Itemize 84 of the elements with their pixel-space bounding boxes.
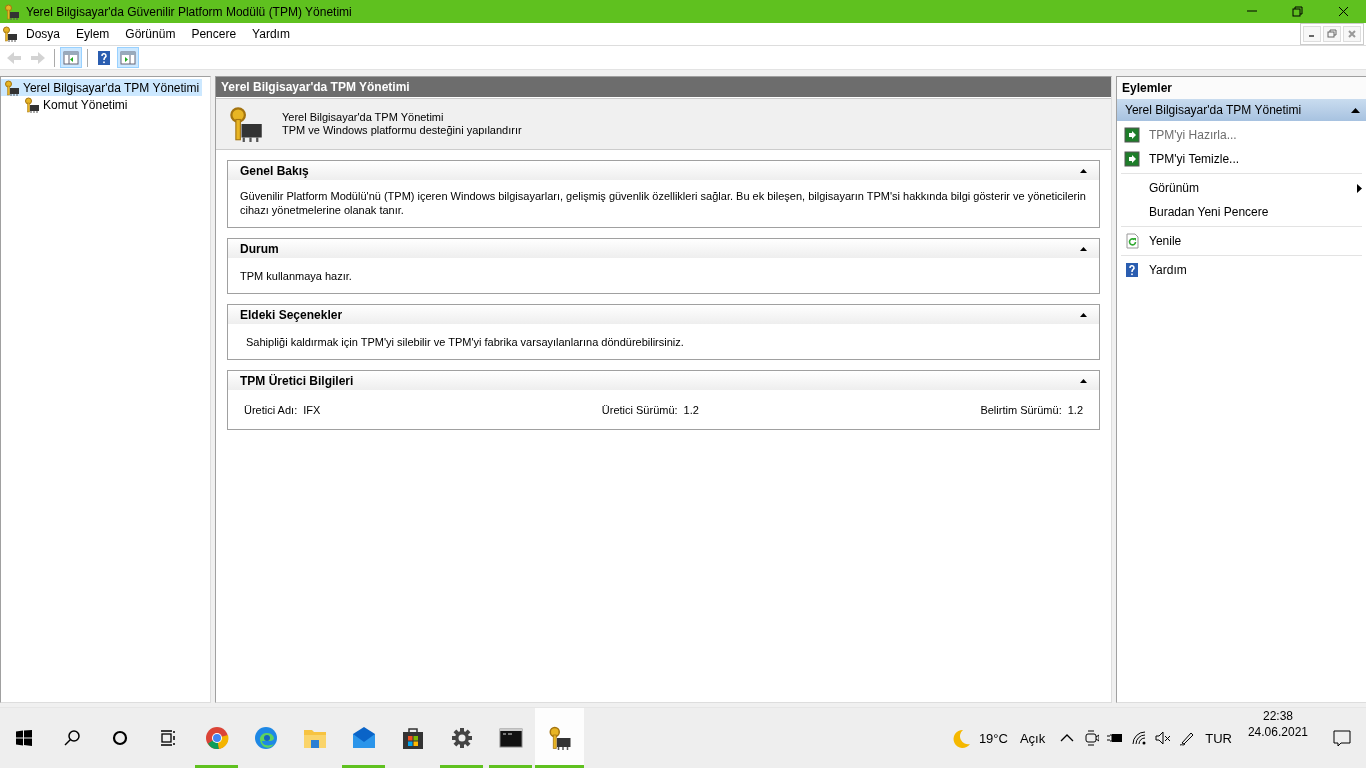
panel-left-icon bbox=[63, 49, 79, 66]
action-item[interactable]: Yardım bbox=[1121, 258, 1362, 282]
close-icon bbox=[1347, 29, 1357, 39]
panel-right-icon bbox=[120, 49, 136, 66]
app-icon bbox=[2, 26, 18, 42]
field-label: Belirtim Sürümü: bbox=[980, 404, 1062, 416]
key-box-icon bbox=[24, 96, 40, 113]
terminal-icon bbox=[498, 726, 523, 750]
task-view-icon bbox=[160, 730, 176, 746]
restore-button[interactable] bbox=[1323, 26, 1341, 42]
menu-item[interactable]: Eylem bbox=[68, 27, 118, 41]
clock-time[interactable]: 22:38 bbox=[1262, 708, 1293, 724]
envelope-icon bbox=[351, 726, 376, 750]
action-item[interactable]: Yenile bbox=[1121, 229, 1362, 253]
field-label: Üretici Adı: bbox=[244, 404, 298, 416]
close-icon bbox=[1337, 6, 1349, 17]
search-icon bbox=[64, 730, 80, 746]
edge-icon bbox=[253, 726, 278, 750]
forward-arrow-icon bbox=[30, 49, 46, 66]
submenu-arrow-icon bbox=[1357, 183, 1362, 193]
collapse-caret-icon[interactable] bbox=[1080, 312, 1087, 317]
section-title: Eldeki Seçenekler bbox=[240, 307, 343, 322]
menu-item[interactable]: Pencere bbox=[183, 27, 245, 41]
collapse-caret-icon[interactable] bbox=[1351, 107, 1360, 113]
section-title: Genel Bakış bbox=[240, 163, 309, 178]
weather-condition[interactable]: Açık bbox=[1019, 730, 1046, 746]
intro-subtitle: TPM ve Windows platformu desteğini yapılandırır bbox=[282, 124, 522, 137]
menu-item[interactable]: Görünüm bbox=[117, 27, 184, 41]
actions-group-header[interactable]: Yerel Bilgisayar'da TPM Yönetimi bbox=[1117, 99, 1366, 121]
camera-icon[interactable] bbox=[1083, 730, 1100, 746]
running-indicator bbox=[535, 765, 584, 768]
help-icon bbox=[96, 49, 112, 66]
running-indicator bbox=[489, 765, 532, 768]
action-item[interactable]: TPM'yi Temizle... bbox=[1121, 147, 1362, 171]
language-indicator[interactable]: TUR bbox=[1199, 708, 1238, 768]
temperature[interactable]: 19°C bbox=[978, 730, 1008, 746]
field-label: Üretici Sürümü: bbox=[601, 404, 678, 416]
section-title: TPM Üretici Bilgileri bbox=[240, 373, 354, 388]
circle-icon bbox=[112, 730, 128, 746]
running-indicator bbox=[440, 765, 483, 768]
section-title: Durum bbox=[240, 241, 279, 256]
key-chip-icon bbox=[4, 79, 20, 96]
speech-bubble-icon bbox=[1333, 729, 1351, 747]
collapse-caret-icon[interactable] bbox=[1080, 168, 1087, 173]
back-arrow-icon bbox=[6, 49, 22, 66]
group-title: Yerel Bilgisayar'da TPM Yönetimi bbox=[1125, 103, 1302, 117]
windows-logo-icon bbox=[16, 730, 32, 746]
section-text: Güvenilir Platform Modülü'nü (TPM) içeren Windows bilgisayarları, gelişmiş güvenlik özellikleri sağlar. Bu ek bileşen, bilgisayarın TPM'si hakkında bilgi gösterir ve yöneticilerin cihazı yönetmelerine olanak tanır. bbox=[239, 189, 1087, 218]
help-icon bbox=[1124, 262, 1140, 278]
gear-icon bbox=[449, 726, 474, 750]
refresh-icon bbox=[1124, 233, 1140, 249]
menu-item[interactable]: Yardım bbox=[244, 27, 298, 41]
collapse-caret-icon[interactable] bbox=[1080, 378, 1087, 383]
field-value: IFX bbox=[303, 404, 321, 416]
key-chip-icon bbox=[228, 106, 264, 142]
section-text: TPM kullanmaya hazır. bbox=[239, 269, 353, 284]
taskbar-app-button[interactable] bbox=[535, 708, 584, 768]
menu-item[interactable]: Dosya bbox=[18, 27, 68, 41]
field-value: 1.2 bbox=[683, 404, 699, 416]
window-title: Yerel Bilgisayar'da Güvenilir Platform Modülü (TPM) Yönetimi bbox=[25, 4, 353, 19]
app-icon bbox=[4, 3, 20, 20]
actions-title: Eylemler bbox=[1117, 77, 1366, 99]
muted-speaker-icon[interactable] bbox=[1155, 730, 1172, 746]
action-item[interactable]: Buradan Yeni Pencere bbox=[1121, 200, 1362, 224]
intro-title: Yerel Bilgisayar'da TPM Yönetimi bbox=[282, 111, 445, 124]
shopping-bag-icon bbox=[400, 726, 425, 750]
action-item[interactable]: Görünüm bbox=[1121, 176, 1362, 200]
tree-item[interactable]: Komut Yönetimi bbox=[21, 96, 131, 113]
tree-item[interactable]: Yerel Bilgisayar'da TPM Yönetimi bbox=[1, 79, 203, 96]
clock-date[interactable]: 24.06.2021 bbox=[1247, 724, 1308, 740]
key-chip-icon bbox=[547, 726, 572, 750]
pane-header: Yerel Bilgisayar'da TPM Yönetimi bbox=[216, 77, 1111, 98]
minimize-button[interactable] bbox=[1303, 26, 1321, 42]
browser-icon bbox=[204, 726, 229, 750]
restore-icon bbox=[1327, 29, 1337, 39]
running-indicator bbox=[195, 765, 238, 768]
pen-icon[interactable] bbox=[1179, 730, 1196, 746]
collapse-caret-icon[interactable] bbox=[1080, 246, 1087, 251]
wifi-icon[interactable] bbox=[1131, 730, 1148, 746]
running-indicator bbox=[342, 765, 385, 768]
section-text: Sahipliği kaldırmak için TPM'yi silebilir ve TPM'yi fabrika varsayılanlarına döndürebilirsiniz. bbox=[245, 335, 685, 350]
field-value: 1.2 bbox=[1067, 404, 1083, 416]
restore-icon bbox=[1291, 6, 1303, 17]
close-button[interactable] bbox=[1343, 26, 1361, 42]
